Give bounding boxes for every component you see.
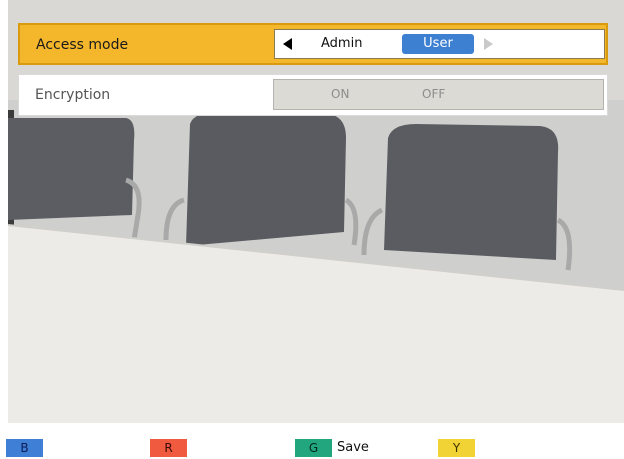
blue-key-button[interactable]: B [6,439,43,457]
red-key-button[interactable]: R [150,439,187,457]
encryption-label: Encryption [35,87,111,103]
arrow-left-icon[interactable] [283,38,292,50]
encryption-row[interactable]: Encryption ON OFF [18,74,608,116]
access-mode-row[interactable]: Access mode Admin User [18,23,608,65]
encryption-option-on[interactable]: ON [331,80,349,109]
save-label: Save [337,440,369,455]
color-key-bar: B R G Save Y [0,432,624,459]
access-mode-option-user[interactable]: User [402,34,474,54]
green-key-button[interactable]: G [295,439,332,457]
access-mode-label: Access mode [36,37,129,53]
yellow-key-button[interactable]: Y [438,439,475,457]
encryption-option-off[interactable]: OFF [422,80,445,109]
arrow-right-icon[interactable] [484,38,493,50]
encryption-selector[interactable]: ON OFF [273,79,604,110]
access-mode-option-admin[interactable]: Admin [321,30,362,58]
access-mode-selector[interactable]: Admin User [274,29,605,59]
